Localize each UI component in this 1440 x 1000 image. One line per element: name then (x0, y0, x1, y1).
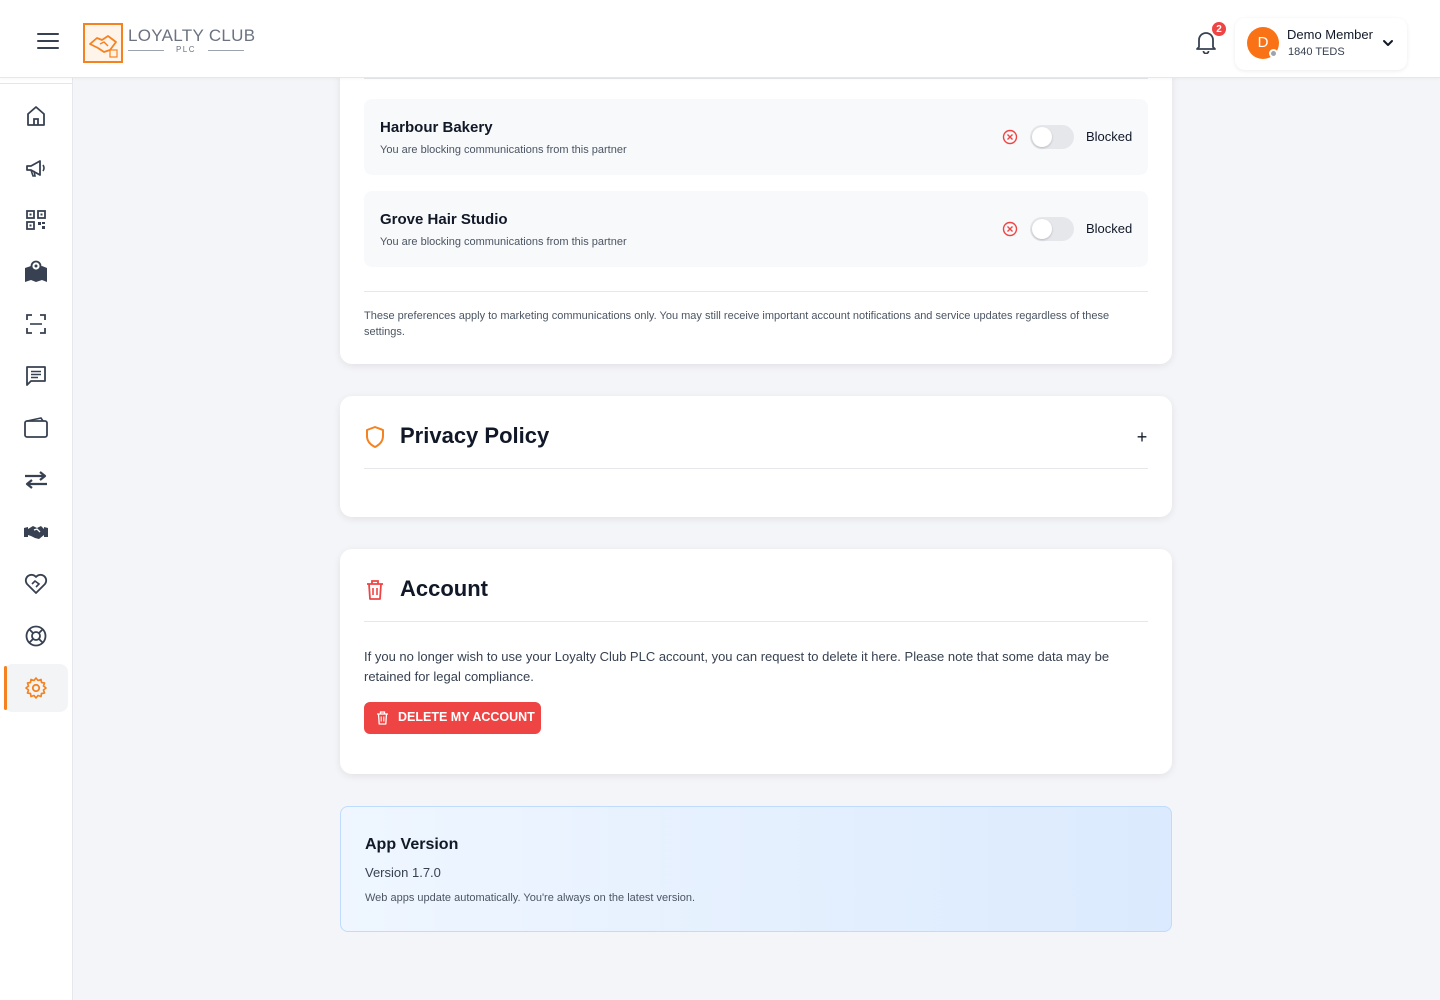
delete-account-button[interactable]: DELETE MY ACCOUNT (364, 702, 541, 734)
sidebar-item-wallet[interactable] (4, 404, 68, 452)
section-divider (364, 291, 1148, 292)
app-version-title: App Version (365, 836, 459, 853)
account-deletion-description: If you no longer wish to use your Loyalt… (364, 649, 1110, 684)
shield-icon (366, 426, 384, 448)
sidebar-item-messages[interactable] (4, 352, 68, 400)
scan-icon (26, 314, 46, 334)
heart-handshake-icon (24, 573, 48, 594)
account-card: Account If you no longer wish to use you… (340, 549, 1172, 774)
privacy-policy-title[interactable]: Privacy Policy (400, 423, 549, 449)
sidebar-item-partners[interactable] (4, 508, 68, 556)
sidebar-item-map[interactable] (4, 248, 68, 296)
sidebar-item-qr-code[interactable] (4, 196, 68, 244)
toggle-status-label: Blocked (1086, 129, 1133, 144)
logo-text: LOYALTY CLUB (128, 26, 256, 45)
privacy-policy-card: Privacy Policy + (340, 396, 1172, 517)
sidebar-item-favourites[interactable] (4, 560, 68, 608)
handshake-icon (24, 526, 48, 539)
sidebar-item-scan[interactable] (4, 300, 68, 348)
sidebar-divider (0, 83, 72, 84)
settings-icon (25, 677, 47, 699)
partner-row: Harbour Bakery You are blocking communic… (364, 99, 1148, 175)
megaphone-icon (26, 160, 45, 177)
logo-subtext: PLC (128, 45, 244, 54)
partner-name: Grove Hair Studio (380, 211, 508, 228)
qr-code-icon (26, 210, 46, 230)
top-header: LOYALTY CLUB PLC 2 D Demo Member 1840 TE… (0, 0, 1440, 78)
sidebar-item-home[interactable] (4, 92, 68, 140)
sidebar (0, 78, 73, 1000)
section-divider (364, 468, 1148, 469)
sidebar-item-settings[interactable] (4, 664, 68, 712)
chevron-down-icon (1383, 40, 1393, 46)
brand-logo[interactable]: LOYALTY CLUB PLC (83, 23, 263, 63)
user-menu[interactable]: D Demo Member 1840 TEDS (1235, 18, 1407, 70)
support-icon (25, 625, 47, 647)
account-title: Account (400, 576, 488, 601)
user-points-balance: 1840 TEDS (1288, 46, 1345, 58)
app-version-card: App Version Version 1.7.0 Web apps updat… (340, 806, 1172, 932)
partner-communication-toggle[interactable] (1030, 125, 1074, 149)
trash-icon (377, 711, 388, 725)
sidebar-item-promotions[interactable] (4, 144, 68, 192)
preferences-note: These preferences apply to marketing com… (364, 310, 1110, 338)
user-name: Demo Member (1287, 27, 1373, 42)
partner-row: Grove Hair Studio You are blocking commu… (364, 191, 1148, 267)
app-version-number: Version 1.7.0 (365, 865, 441, 880)
logo-mark-icon (83, 23, 123, 63)
blocked-x-icon (1002, 221, 1018, 237)
partner-description: You are blocking communications from thi… (380, 236, 627, 248)
home-icon (27, 106, 45, 126)
sidebar-item-transfers[interactable] (4, 456, 68, 504)
transfer-icon (25, 471, 47, 489)
map-icon (25, 260, 47, 282)
menu-icon[interactable] (37, 33, 59, 51)
toggle-status-label: Blocked (1086, 221, 1133, 236)
section-divider (364, 621, 1148, 622)
app-version-note: Web apps update automatically. You're al… (365, 892, 696, 904)
messages-icon (26, 366, 46, 386)
expand-plus-icon[interactable]: + (1134, 424, 1150, 450)
sidebar-item-support[interactable] (4, 612, 68, 660)
partner-divider (364, 78, 1148, 79)
status-dot (1269, 49, 1278, 58)
partner-name: Harbour Bakery (380, 119, 493, 136)
blocked-x-icon (1002, 129, 1018, 145)
wallet-icon (24, 417, 48, 438)
partner-description: You are blocking communications from thi… (380, 144, 627, 156)
trash-icon (367, 580, 383, 600)
partner-communication-toggle[interactable] (1030, 217, 1074, 241)
communication-preferences-card: Harbour Bakery You are blocking communic… (340, 50, 1172, 364)
notification-count-badge: 2 (1211, 21, 1227, 37)
delete-account-label: DELETE MY ACCOUNT (398, 710, 535, 724)
